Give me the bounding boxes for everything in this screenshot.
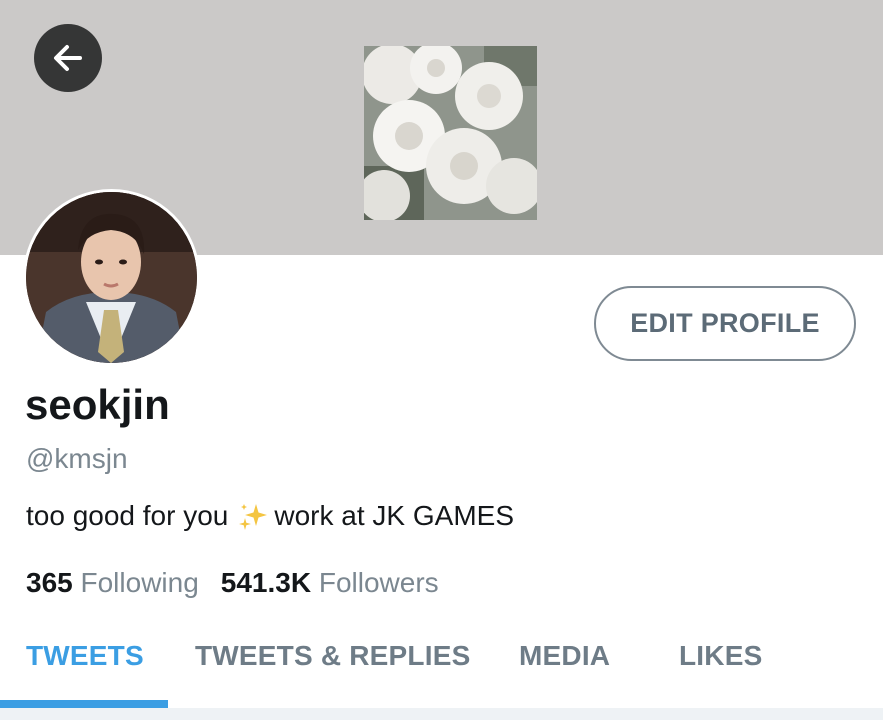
- profile-bio: too good for you work at JK GAMES: [26, 500, 514, 532]
- timeline-divider: [0, 708, 883, 720]
- followers-count: 541.3K: [220, 567, 312, 598]
- bio-text-part2: work at JK GAMES: [274, 500, 514, 531]
- avatar-frame: [23, 189, 200, 366]
- tab-tweets[interactable]: TWEETS: [26, 640, 144, 672]
- bio-text-part1: too good for you: [26, 500, 229, 531]
- following-link[interactable]: 365 Following: [26, 567, 199, 598]
- active-tab-indicator: [0, 700, 168, 708]
- arrow-left-icon: [54, 45, 82, 71]
- sparkles-icon: [238, 501, 268, 531]
- tab-likes[interactable]: LIKES: [679, 640, 762, 672]
- avatar[interactable]: [26, 192, 197, 363]
- follow-stats: 365 Following 541.3K Followers: [26, 567, 439, 599]
- following-count: 365: [26, 567, 73, 598]
- tab-media[interactable]: MEDIA: [519, 640, 610, 672]
- profile-photo: [26, 192, 197, 363]
- back-button[interactable]: [34, 24, 102, 92]
- user-handle: @kmsjn: [26, 443, 128, 474]
- white-roses-image: [364, 46, 537, 220]
- tab-tweets-and-replies[interactable]: TWEETS & REPLIES: [195, 640, 470, 672]
- banner-photo[interactable]: [364, 46, 537, 220]
- following-label: Following: [80, 567, 199, 598]
- display-name: seokjin: [25, 381, 170, 428]
- followers-link[interactable]: 541.3K Followers: [221, 567, 439, 598]
- edit-profile-button[interactable]: EDIT PROFILE: [594, 286, 856, 361]
- followers-label: Followers: [318, 567, 439, 598]
